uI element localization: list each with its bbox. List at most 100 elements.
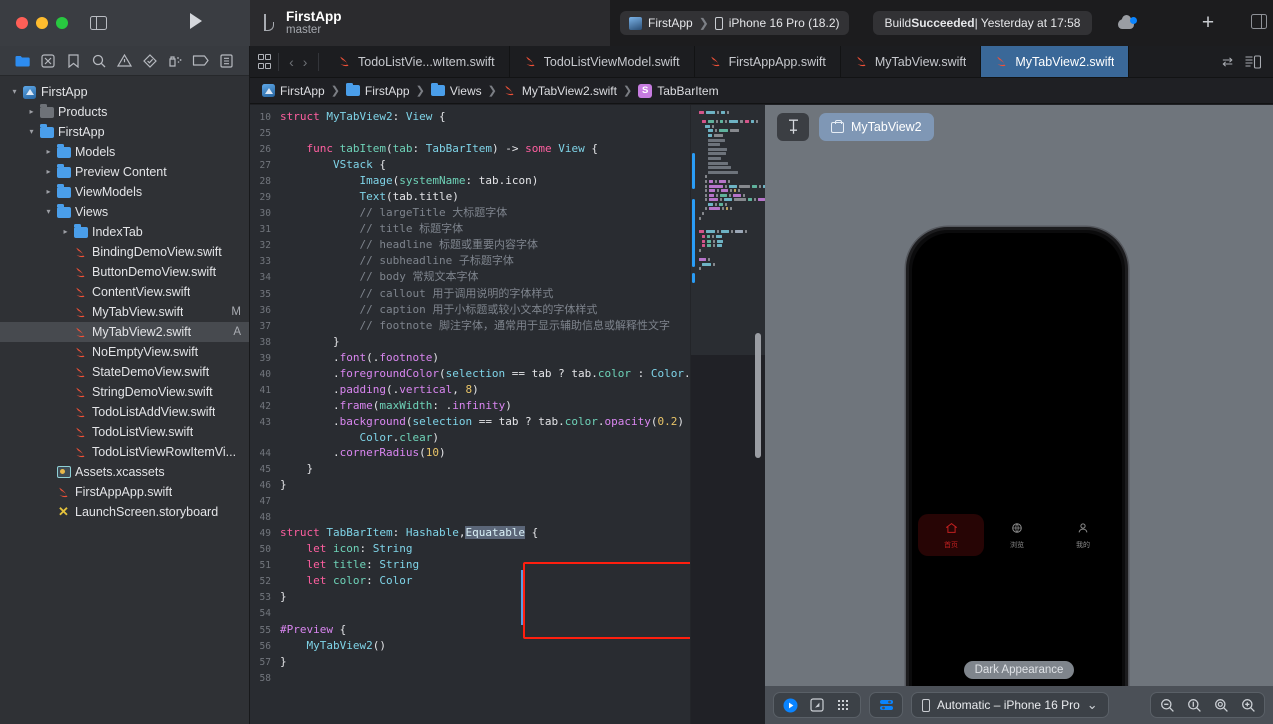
editor-tab-label: MyTabView2.swift	[1015, 54, 1115, 69]
breadcrumb-item-tabbaritem[interactable]: S TabBarItem	[638, 83, 719, 98]
breadcrumb-item-views[interactable]: Views	[430, 82, 482, 98]
build-status-badge[interactable]: Build Succeeded | Yesterday at 17:58	[872, 11, 1093, 35]
zoom-out-button[interactable]	[1154, 694, 1180, 716]
project-file-tree[interactable]: FirstApp Products FirstApp Models Preview Co…	[0, 76, 249, 522]
tree-row-contentview-swift[interactable]: ContentView.swift	[0, 282, 249, 302]
run-play-icon[interactable]	[190, 13, 202, 29]
inspector-toggle-icon[interactable]	[1251, 14, 1267, 29]
tree-row-indextab[interactable]: IndexTab	[0, 222, 249, 242]
tree-row-products[interactable]: Products	[0, 102, 249, 122]
scheme-info[interactable]: FirstApp master	[286, 9, 342, 38]
zoom-in-button[interactable]	[1235, 694, 1261, 716]
maximize-window-button[interactable]	[56, 17, 68, 29]
tree-row-models[interactable]: Models	[0, 142, 249, 162]
tree-row-assets-xcassets[interactable]: Assets.xcassets	[0, 462, 249, 482]
pin-preview-button[interactable]	[777, 113, 809, 141]
tree-row-viewmodels[interactable]: ViewModels	[0, 182, 249, 202]
issue-navigator-icon[interactable]	[112, 50, 137, 72]
device-settings-button[interactable]	[873, 694, 899, 716]
line-number: 28	[259, 176, 271, 188]
source-code-editor[interactable]: 10 struct MyTabView2: View { 25 26 func t…	[250, 105, 690, 724]
editor-tab-todolistviewmodel-swift[interactable]: TodoListViewModel.swift	[510, 46, 695, 77]
sidebar-toggle-icon[interactable]	[90, 16, 107, 30]
minimize-window-button[interactable]	[36, 17, 48, 29]
report-navigator-icon[interactable]	[214, 50, 239, 72]
tree-row-todolistviewrowitemvi-[interactable]: TodoListViewRowItemVi...	[0, 442, 249, 462]
disclosure-triangle-icon[interactable]	[42, 182, 55, 202]
tree-row-buttondemoview-swift[interactable]: ButtonDemoView.swift	[0, 262, 249, 282]
code-minimap[interactable]	[690, 105, 765, 724]
selectable-preview-button[interactable]	[804, 694, 830, 716]
disclosure-triangle-icon[interactable]	[42, 202, 55, 222]
tree-row-preview-content[interactable]: Preview Content	[0, 162, 249, 182]
bookmark-navigator-icon[interactable]	[61, 50, 86, 72]
line-number: 54	[259, 608, 271, 620]
tree-row-statedemoview-swift[interactable]: StateDemoView.swift	[0, 362, 249, 382]
device-preview-frame[interactable]: 首页 浏览 我的	[906, 227, 1128, 724]
app-tab-item-person[interactable]: 我的	[1050, 514, 1116, 556]
breakpoint-navigator-icon[interactable]	[188, 50, 213, 72]
editor-tab-mytabview-swift[interactable]: MyTabView.swift	[841, 46, 982, 77]
app-tab-item-house[interactable]: 首页	[918, 514, 984, 556]
breadcrumb-item-firstapp[interactable]: FirstApp	[262, 84, 325, 98]
tree-row-firstappapp-swift[interactable]: FirstAppApp.swift	[0, 482, 249, 502]
minimap-line	[702, 239, 765, 243]
disclosure-triangle-icon[interactable]	[42, 162, 55, 182]
variants-button[interactable]	[831, 694, 857, 716]
editor-tab-todolistvie-witem-swift[interactable]: TodoListVie...wItem.swift	[324, 46, 510, 77]
cloud-status-icon[interactable]	[1118, 15, 1138, 30]
assistant-editor-icon[interactable]	[1245, 54, 1262, 69]
breadcrumb-item-firstapp[interactable]: FirstApp	[345, 82, 410, 98]
tree-row-views[interactable]: Views	[0, 202, 249, 222]
project-navigator-icon[interactable]	[10, 50, 35, 72]
disclosure-triangle-icon[interactable]	[8, 82, 21, 102]
source-code-text[interactable]: 10 struct MyTabView2: View { 25 26 func t…	[250, 105, 690, 686]
tree-row-mytabview-swift[interactable]: MyTabView.swift M	[0, 302, 249, 322]
zoom-controls-group[interactable]	[1150, 692, 1265, 718]
zoom-fit-button[interactable]	[1208, 694, 1234, 716]
breadcrumb[interactable]: FirstApp ❯ FirstApp ❯ Views ❯ MyTabView2.swift…	[250, 78, 1273, 104]
editor-layout-grid-icon[interactable]	[258, 54, 271, 69]
live-preview-button[interactable]	[777, 694, 803, 716]
tree-row-firstapp[interactable]: FirstApp	[0, 82, 249, 102]
debug-navigator-icon[interactable]	[163, 50, 188, 72]
app-tab-bar[interactable]: 首页 浏览 我的	[912, 514, 1122, 556]
device-picker[interactable]: Automatic – iPhone 16 Pro ⌄	[911, 692, 1109, 718]
tree-row-launchscreen-storyboard[interactable]: ✕ LaunchScreen.storyboard	[0, 502, 249, 522]
minimap-scroll-thumb[interactable]	[755, 333, 761, 458]
swap-editors-icon[interactable]: ⇄	[1222, 54, 1233, 70]
tree-row-bindingdemoview-swift[interactable]: BindingDemoView.swift	[0, 242, 249, 262]
editor-tab-firstappapp-swift[interactable]: FirstAppApp.swift	[695, 46, 841, 77]
disclosure-triangle-icon[interactable]	[25, 102, 38, 122]
tree-row-label: FirstApp	[58, 125, 105, 139]
tree-row-firstapp[interactable]: FirstApp	[0, 122, 249, 142]
navigate-back-icon[interactable]: ‹	[286, 54, 298, 70]
close-window-button[interactable]	[16, 17, 28, 29]
preview-mode-group[interactable]	[773, 692, 861, 718]
breadcrumb-item-mytabview2-swift[interactable]: MyTabView2.swift	[503, 84, 617, 98]
device-volume-down-button	[906, 454, 907, 498]
editor-tabs[interactable]: TodoListVie...wItem.swift TodoListViewMod…	[324, 46, 1130, 77]
tree-row-mytabview2-swift[interactable]: MyTabView2.swift A	[0, 322, 249, 342]
tree-row-todolistview-swift[interactable]: TodoListView.swift	[0, 422, 249, 442]
disclosure-triangle-icon[interactable]	[42, 142, 55, 162]
preview-canvas[interactable]: MyTabView2 首页 浏览 我的 Dark Appearance Auto…	[765, 105, 1273, 724]
run-destination-picker[interactable]: FirstApp ❯ iPhone 16 Pro (18.2)	[620, 11, 849, 35]
device-screen[interactable]: 首页 浏览 我的	[912, 233, 1122, 724]
find-navigator-icon[interactable]	[86, 50, 111, 72]
zoom-actual-button[interactable]	[1181, 694, 1207, 716]
test-navigator-icon[interactable]	[137, 50, 162, 72]
disclosure-triangle-icon[interactable]	[59, 222, 72, 242]
tree-row-todolistaddview-swift[interactable]: TodoListAddView.swift	[0, 402, 249, 422]
add-editor-button[interactable]: +	[1199, 12, 1217, 33]
app-tab-item-globe[interactable]: 浏览	[984, 514, 1050, 556]
editor-tab-mytabview2-swift[interactable]: MyTabView2.swift	[981, 46, 1130, 77]
preview-name-chip[interactable]: MyTabView2	[819, 113, 934, 141]
device-settings-group[interactable]	[869, 692, 903, 718]
tree-row-noemptyview-swift[interactable]: NoEmptyView.swift	[0, 342, 249, 362]
window-traffic-lights[interactable]	[16, 17, 68, 29]
disclosure-triangle-icon[interactable]	[25, 122, 38, 142]
source-control-navigator-icon[interactable]	[35, 50, 60, 72]
tree-row-stringdemoview-swift[interactable]: StringDemoView.swift	[0, 382, 249, 402]
navigate-forward-icon[interactable]: ›	[299, 54, 311, 70]
